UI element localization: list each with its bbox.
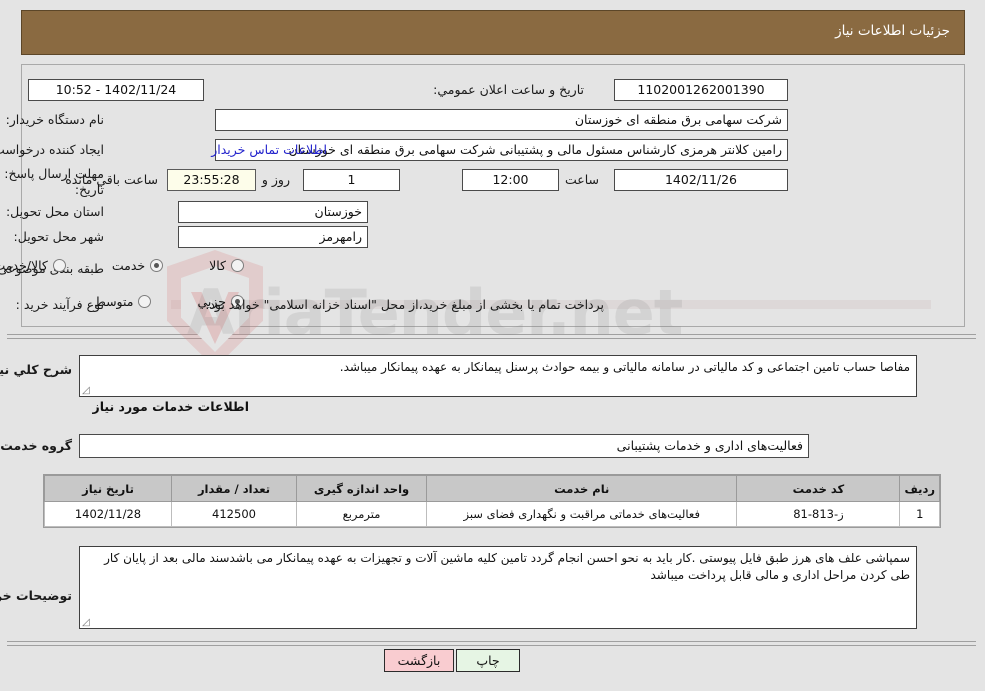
col-header-need-date: تاریخ نیاز <box>45 475 173 502</box>
back-button[interactable]: بازگشت <box>385 649 455 672</box>
countdown-label: ساعت باقي مانده <box>66 172 159 187</box>
need-summary-text: مفاصا حساب تامین اجتماعی و کد مالیاتی در… <box>340 360 911 374</box>
divider-bottom-2 <box>8 645 977 646</box>
cell-quantity: 412500 <box>172 501 298 527</box>
col-header-unit: واحد اندازه گیری <box>297 475 428 502</box>
cell-unit: مترمربع <box>297 501 428 527</box>
radio-category-kala[interactable]: کالا <box>210 258 245 273</box>
buyer-org-value: شرکت سهامی برق منطقه ای خوزستان <box>216 109 789 131</box>
province-value: خوزستان <box>179 201 369 223</box>
category-radio-group[interactable]: کالا خدمت کالا/خدمت <box>0 258 245 273</box>
radio-label: متوسط <box>95 294 135 309</box>
buyer-notes-text: سمپاشی علف های هرز طبق فایل پیوستی .کار … <box>105 551 911 582</box>
radio-process-motavaset[interactable]: متوسط <box>95 294 153 309</box>
city-label: شهر محل تحویل: <box>14 229 105 244</box>
cell-row-no: 1 <box>900 501 941 527</box>
need-info-panel <box>22 64 966 327</box>
process-label: نوع فرآیند خرید : <box>16 297 105 312</box>
city-value: رامهرمز <box>179 226 369 248</box>
table-header-row: ردیف کد خدمت نام خدمت واحد اندازه گیری ت… <box>45 475 941 502</box>
radio-label: کالا/خدمت <box>0 258 49 273</box>
requester-label: ایجاد کننده درخواست: <box>0 142 105 157</box>
divider-top-2 <box>8 338 977 339</box>
services-table: ردیف کد خدمت نام خدمت واحد اندازه گیری ت… <box>44 474 942 528</box>
resize-handle-icon[interactable]: ◺ <box>83 385 91 396</box>
service-group-value: فعالیت‌های اداری و خدمات پشتیبانی <box>80 434 810 458</box>
buyer-org-label: نام دستگاه خریدار: <box>6 112 105 127</box>
radio-label: خدمت <box>112 258 147 273</box>
divider-top <box>8 334 977 335</box>
divider-bottom <box>8 641 977 642</box>
countdown-timer: 23:55:28 <box>168 169 257 191</box>
radio-circle-icon[interactable] <box>139 295 153 308</box>
deadline-time-value: 12:00 <box>463 169 560 191</box>
col-header-quantity: تعداد / مقدار <box>172 475 298 502</box>
remaining-days-value: 1 <box>304 169 401 191</box>
province-label: استان محل تحویل: <box>6 204 105 219</box>
buyer-notes-label: توضیحات خریدار: <box>0 588 73 603</box>
table-row: 1 ز-813-81 فعالیت‌های خدماتی مراقبت و نگ… <box>45 501 941 527</box>
buyer-contact-link[interactable]: اطلاعات تماس خریدار <box>212 142 328 157</box>
cell-service-name: فعالیت‌های خدماتی مراقبت و نگهداری فضای … <box>426 501 739 527</box>
radio-category-kala-khedmat[interactable]: کالا/خدمت <box>0 258 67 273</box>
need-number-value: 1102001262001390 <box>615 79 789 101</box>
resize-handle-icon[interactable]: ◺ <box>83 617 91 628</box>
radio-circle-selected-icon[interactable] <box>151 259 165 272</box>
deadline-date-value: 1402/11/26 <box>615 169 789 191</box>
hour-label: ساعت <box>565 172 600 187</box>
print-button[interactable]: چاپ <box>457 649 521 672</box>
radio-circle-icon[interactable] <box>53 259 67 272</box>
buyer-notes-textarea[interactable]: سمپاشی علف های هرز طبق فایل پیوستی .کار … <box>80 546 918 629</box>
cell-need-date: 1402/11/28 <box>45 501 173 527</box>
radio-label: کالا <box>210 258 227 273</box>
col-header-service-name: نام خدمت <box>426 475 739 502</box>
radio-circle-icon[interactable] <box>232 259 245 272</box>
announce-datetime-label: تاریخ و ساعت اعلان عمومي: <box>434 82 585 97</box>
cell-service-code: ز-813-81 <box>737 501 902 527</box>
services-heading: اطلاعات خدمات مورد نیاز <box>93 399 251 414</box>
need-summary-label: شرح کلي نیاز: <box>0 362 73 377</box>
need-summary-textarea[interactable]: مفاصا حساب تامین اجتماعی و کد مالیاتی در… <box>80 355 918 397</box>
days-label: روز و <box>262 172 291 187</box>
col-header-service-code: کد خدمت <box>737 475 902 502</box>
process-note: پرداخت تمام یا بخشی از مبلغ خرید،از محل … <box>206 297 605 312</box>
col-header-row-no: ردیف <box>900 475 941 502</box>
service-group-label: گروه خدمت: <box>0 438 73 453</box>
page-header: جزئیات اطلاعات نیاز <box>22 10 966 55</box>
announce-datetime-value: 10:52 - 1402/11/24 <box>29 79 205 101</box>
page-root: AriaTender.net جزئیات اطلاعات نیاز شماره… <box>0 0 985 691</box>
page-title: جزئیات اطلاعات نیاز <box>836 23 951 39</box>
radio-category-khedmat[interactable]: خدمت <box>112 258 165 273</box>
